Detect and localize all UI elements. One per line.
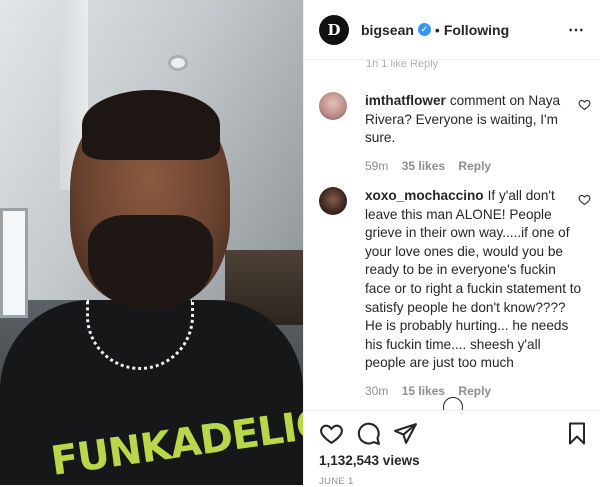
post-panel: D bigsean ✓ • Following ⋯ 1h 1 like Repl… — [303, 0, 600, 487]
comment-avatar[interactable] — [319, 92, 347, 120]
following-button[interactable]: Following — [444, 22, 509, 38]
comment-body: imthatflower comment on Naya Rivera? Ever… — [365, 92, 583, 175]
comment-item: imthatflower comment on Naya Rivera? Ever… — [319, 92, 591, 175]
comment-body: xoxo_mochaccino If y'all don't leave this… — [365, 187, 583, 401]
person-hair — [82, 90, 220, 160]
post-actions: 1,132,543 views JUNE 1 — [304, 410, 600, 487]
video-player[interactable]: FUNKADELIC — [0, 0, 303, 485]
comment-username[interactable]: imthatflower — [365, 93, 446, 108]
comment-item: xoxo_mochaccino If y'all don't leave this… — [319, 187, 591, 401]
separator-dot: • — [434, 21, 440, 38]
post-username[interactable]: bigsean — [361, 22, 414, 38]
comment-likes[interactable]: 35 likes — [402, 159, 445, 173]
cut-off-comment-meta: 1h 1 like Reply — [366, 60, 439, 70]
post-header: D bigsean ✓ • Following ⋯ — [304, 0, 600, 60]
avatar[interactable]: D — [319, 14, 349, 45]
comment-meta: 30m 15 likes Reply — [365, 382, 583, 401]
comments-list[interactable]: 1h 1 like Reply imthatflower comment on N… — [304, 60, 600, 410]
more-options-icon[interactable]: ⋯ — [568, 20, 585, 40]
comment-username[interactable]: xoxo_mochaccino — [365, 188, 484, 203]
load-more-icon[interactable] — [443, 397, 463, 410]
action-icons — [319, 421, 589, 447]
comment-likes[interactable]: 15 likes — [402, 384, 445, 398]
comment-icon[interactable] — [356, 421, 381, 446]
reply-button[interactable]: Reply — [458, 384, 491, 398]
comment-avatar[interactable] — [319, 187, 347, 215]
background-window — [0, 208, 28, 318]
comment-time[interactable]: 30m — [365, 384, 388, 398]
comment-like-heart-icon[interactable] — [578, 193, 591, 206]
comment-like-heart-icon[interactable] — [578, 98, 591, 111]
ceiling-light — [168, 55, 188, 71]
reply-button[interactable]: Reply — [458, 159, 491, 173]
heart-icon[interactable] — [319, 421, 344, 446]
post-date[interactable]: JUNE 1 — [319, 476, 354, 487]
share-icon[interactable] — [393, 421, 418, 446]
view-count[interactable]: 1,132,543 views — [319, 453, 420, 468]
comment-text: If y'all don't leave this man ALONE! Peo… — [365, 188, 582, 371]
verified-badge-icon: ✓ — [417, 23, 431, 36]
comment-time[interactable]: 59m — [365, 159, 388, 173]
person-beard — [88, 215, 213, 310]
comment-meta: 59m 35 likes Reply — [365, 157, 583, 176]
bookmark-icon[interactable] — [565, 421, 589, 446]
